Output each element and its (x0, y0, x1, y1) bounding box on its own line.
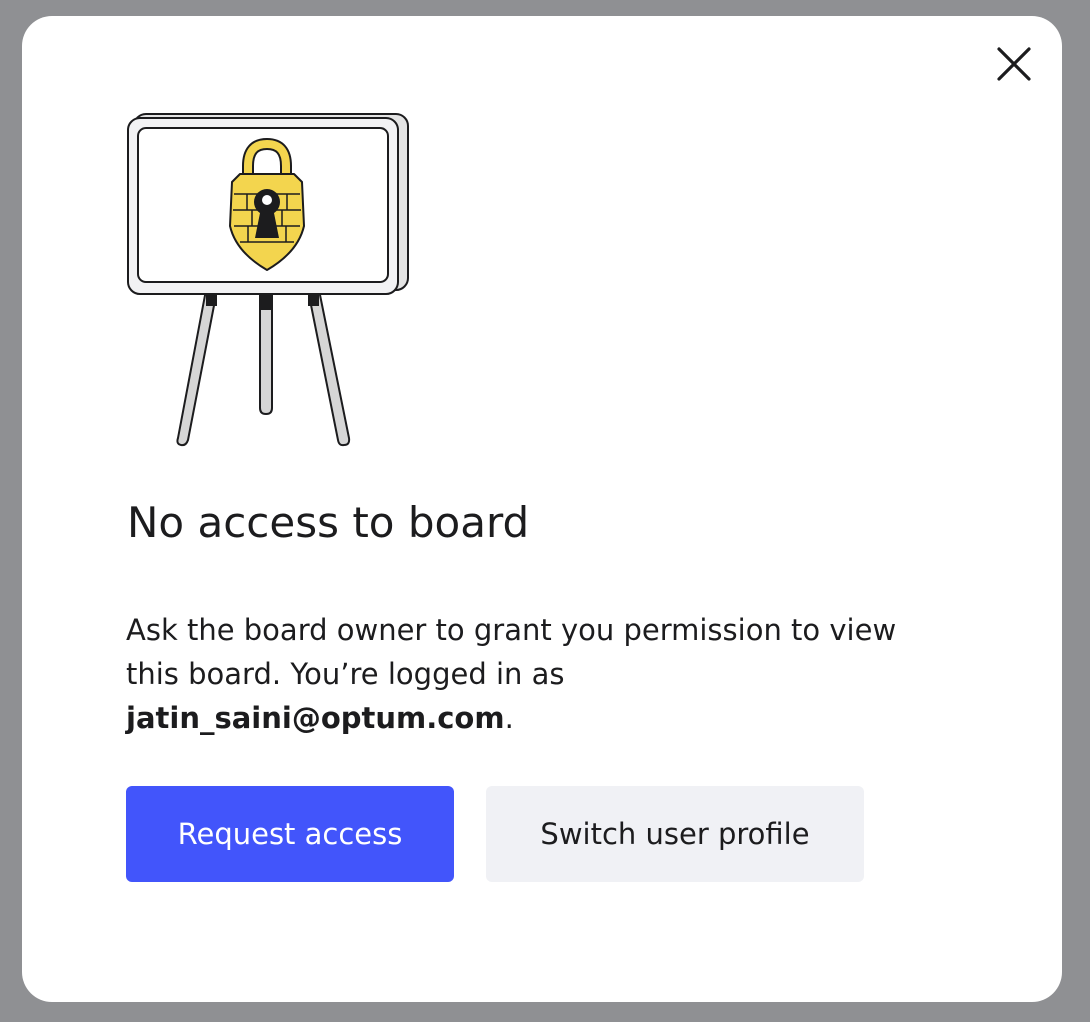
switch-user-profile-button[interactable]: Switch user profile (486, 786, 864, 882)
message-end: . (504, 701, 514, 735)
message-text: Ask the board owner to grant you permiss… (126, 613, 897, 691)
logged-in-email: jatin_saini@optum.com (126, 701, 505, 735)
close-button[interactable] (992, 42, 1036, 86)
close-icon (997, 47, 1031, 81)
dialog-message: Ask the board owner to grant you permiss… (126, 608, 946, 740)
dialog-title: No access to board (127, 498, 530, 547)
easel-legs (176, 289, 351, 447)
request-access-button[interactable]: Request access (126, 786, 454, 882)
no-access-dialog: No access to board Ask the board owner t… (22, 16, 1062, 1002)
locked-board-easel-illustration (127, 113, 409, 447)
